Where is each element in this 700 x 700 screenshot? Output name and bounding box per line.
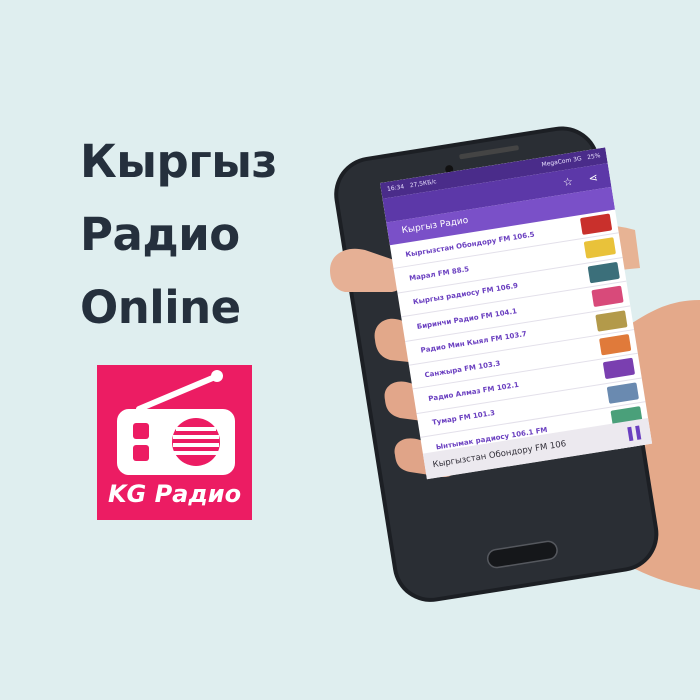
- station-label: Санжыра FM 103.3: [423, 359, 501, 379]
- status-carrier: MegaCom 3G: [541, 155, 583, 169]
- status-net: 27,5КБ/с: [409, 178, 438, 190]
- station-logo-icon: [591, 285, 624, 308]
- pause-icon: [627, 426, 634, 442]
- star-icon[interactable]: ☆: [562, 174, 574, 188]
- phone-screen: 16:34 27,5КБ/с MegaCom 3G 25% ☆ ⋖ Кыргыз…: [380, 147, 653, 480]
- station-logo-icon: [583, 237, 617, 260]
- pause-button[interactable]: [627, 425, 642, 442]
- station-label: Тумар FM 101.3: [431, 409, 496, 428]
- station-logo-icon: [595, 309, 628, 332]
- station-logo-icon: [587, 261, 620, 284]
- station-logo-icon: [606, 382, 639, 404]
- station-logo-icon: [579, 213, 613, 235]
- station-logo-icon: [599, 333, 632, 356]
- station-label: Марал FM 88.5: [408, 265, 470, 283]
- share-icon[interactable]: ⋖: [588, 170, 599, 184]
- station-logo-icon: [602, 358, 636, 380]
- status-time: 16:34: [386, 183, 405, 193]
- status-battery: 25%: [586, 152, 601, 162]
